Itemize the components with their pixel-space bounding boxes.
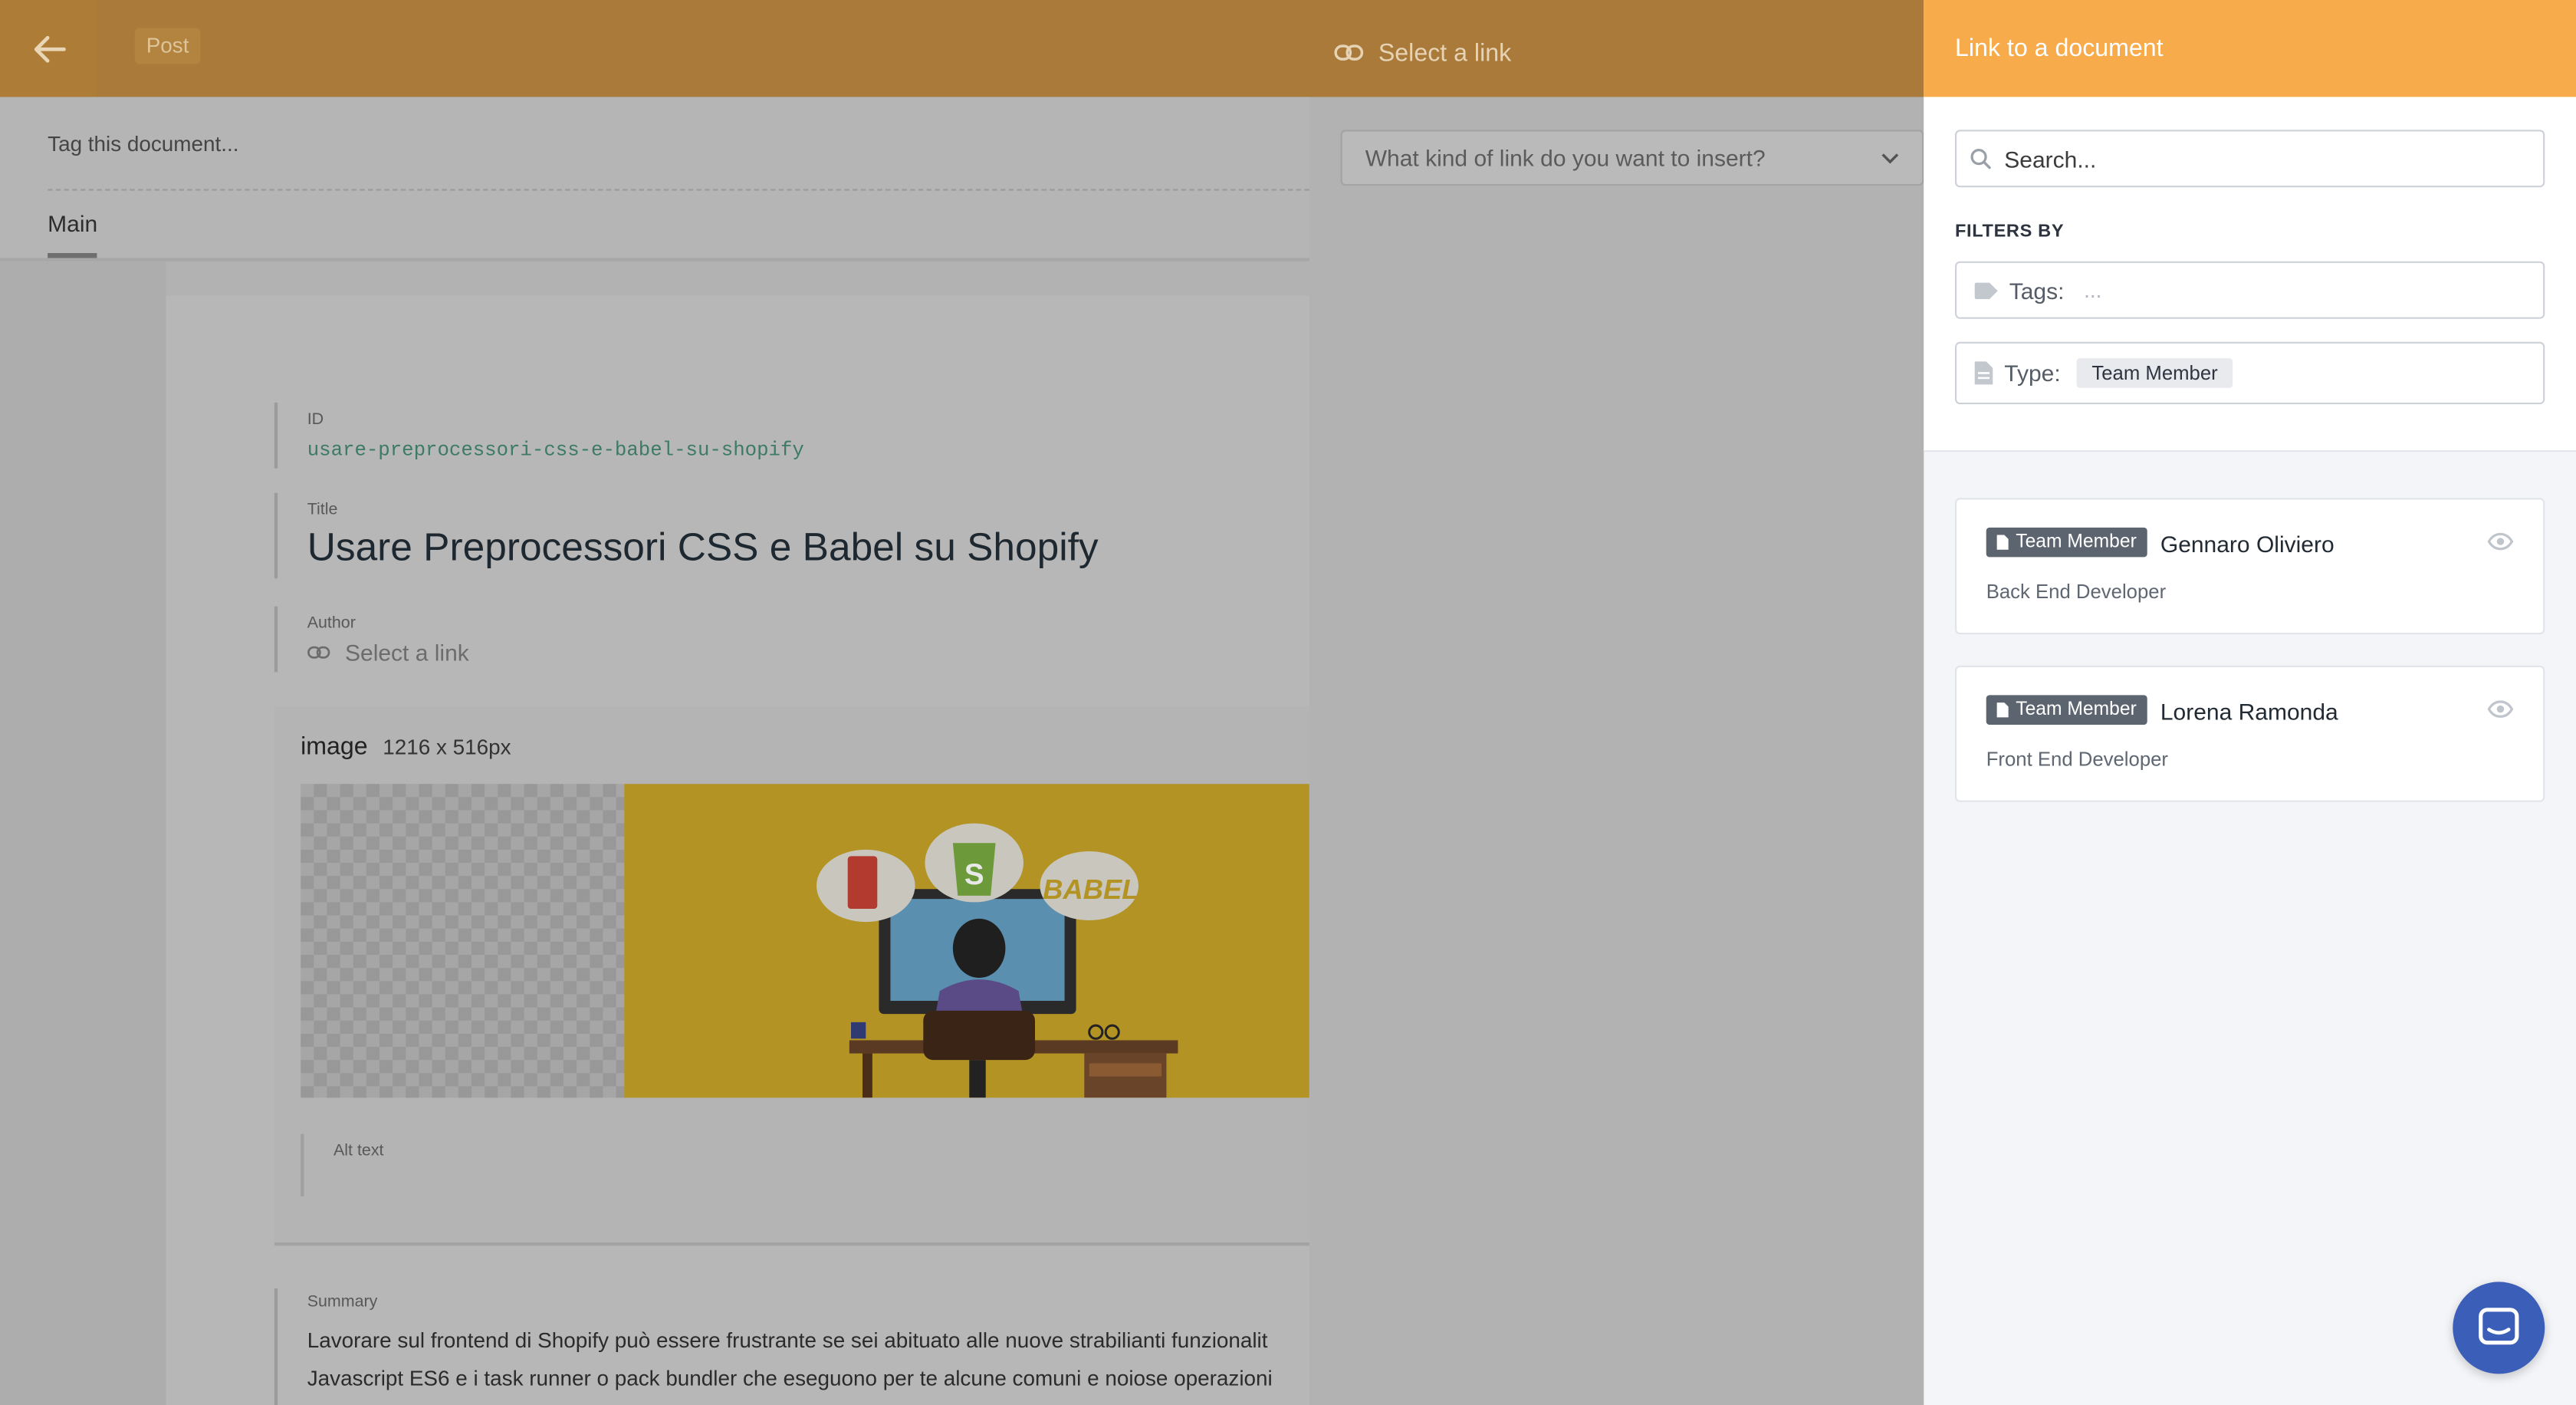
preview-button[interactable] [2486, 529, 2515, 552]
tag-bar [0, 97, 1309, 262]
tag-input[interactable]: Tag this document... [48, 131, 238, 156]
result-role: Front End Developer [1986, 747, 2169, 771]
summary-line: Javascript ES6 e i task runner o pack bu… [307, 1365, 1273, 1390]
top-link-selector[interactable]: Select a link [1334, 35, 1511, 71]
result-role: Back End Developer [1986, 580, 2167, 604]
link-icon [307, 646, 330, 659]
chevron-down-icon [1881, 153, 1899, 163]
result-card[interactable]: Team Member Gennaro Oliviero Back End De… [1955, 498, 2545, 635]
document-icon [1974, 361, 1993, 385]
panel-title: Link to a document [1955, 35, 2164, 63]
result-name: Gennaro Oliviero [2160, 531, 2334, 558]
summary-text[interactable]: Lavorare sul frontend di Shopify può ess… [307, 1321, 1309, 1397]
result-type-label: Team Member [2016, 699, 2137, 720]
transparent-checkerboard [301, 784, 625, 1098]
summary-label: Summary [307, 1293, 378, 1311]
chat-icon [2479, 1308, 2519, 1345]
alt-text-bar [301, 1134, 304, 1196]
tags-filter-value: ... [2084, 278, 2102, 303]
id-label: ID [307, 410, 324, 429]
type-filter-chip[interactable]: Team Member [2077, 358, 2233, 388]
babel-text: BABEL [1043, 874, 1138, 905]
result-name: Lorena Ramonda [2160, 698, 2338, 725]
back-button[interactable] [0, 0, 97, 97]
id-value[interactable]: usare-preprocessori-css-e-babel-su-shopi… [307, 439, 804, 462]
editor-gutter [0, 261, 166, 1405]
type-filter-label: Type: [2004, 360, 2061, 387]
author-link-label: Select a link [345, 639, 469, 666]
search-input[interactable] [2001, 143, 2501, 174]
top-link-label: Select a link [1378, 38, 1512, 67]
tags-filter-label: Tags: [2009, 277, 2065, 304]
back-arrow-icon [33, 35, 65, 62]
chat-launcher-button[interactable] [2453, 1282, 2545, 1374]
svg-text:S: S [964, 858, 984, 891]
eye-icon [2487, 699, 2514, 717]
tab-main[interactable]: Main [48, 210, 97, 236]
image-dimensions: 1216 x 516px [383, 734, 511, 759]
tab-separator [0, 258, 1309, 262]
document-icon [1996, 535, 2009, 550]
alt-text-label[interactable]: Alt text [334, 1142, 384, 1160]
eye-icon [2487, 531, 2514, 550]
result-type-badge: Team Member [1986, 527, 2147, 558]
editor-topbar [0, 0, 1924, 97]
filters-heading: FILTERS BY [1955, 222, 2065, 242]
author-link-selector[interactable]: Select a link [307, 640, 469, 666]
tag-icon [1974, 281, 1998, 298]
link-type-placeholder: What kind of link do you want to insert? [1365, 144, 1766, 171]
image-preview[interactable]: S BABEL [301, 784, 1309, 1098]
tags-filter[interactable]: Tags: ... [1955, 261, 2545, 319]
preview-button[interactable] [2486, 697, 2515, 720]
result-type-label: Team Member [2016, 532, 2137, 552]
summary-line: Lavorare sul frontend di Shopify può ess… [307, 1328, 1268, 1353]
title-value[interactable]: Usare Preprocessori CSS e Babel su Shopi… [307, 526, 1099, 572]
divider [48, 189, 1309, 191]
result-type-badge: Team Member [1986, 695, 2147, 725]
type-filter[interactable]: Type: Team Member [1955, 341, 2545, 405]
id-field-bar [274, 403, 278, 469]
search-icon [1970, 149, 1991, 169]
title-field-bar [274, 492, 278, 579]
document-type-badge: Post [134, 28, 201, 64]
search-field[interactable] [1955, 130, 2545, 188]
author-field-bar [274, 606, 278, 673]
document-icon [1996, 702, 2009, 718]
image-field-name: image [301, 732, 368, 762]
link-icon [1334, 44, 1364, 61]
link-type-select[interactable]: What kind of link do you want to insert? [1340, 130, 1924, 186]
title-label: Title [307, 501, 338, 520]
author-label: Author [307, 614, 356, 633]
post-illustration: S BABEL [624, 784, 1309, 1098]
result-card[interactable]: Team Member Lorena Ramonda Front End Dev… [1955, 665, 2545, 802]
summary-field-bar [274, 1288, 278, 1405]
